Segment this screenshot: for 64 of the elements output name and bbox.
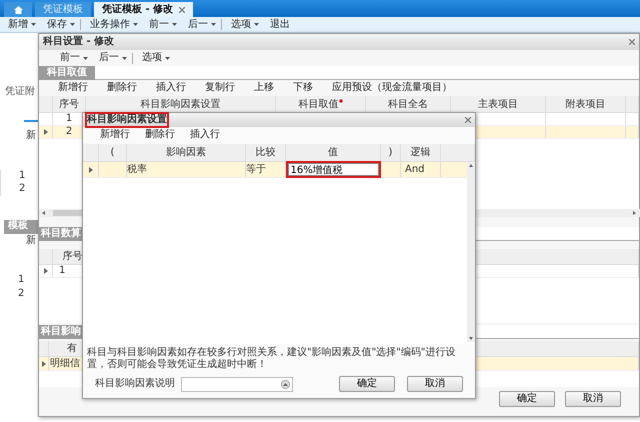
toolbar-button[interactable]: 插入行 [151, 82, 192, 94]
row-number: 2 [18, 183, 26, 196]
toolbar-button[interactable]: 删除行 [102, 82, 143, 94]
close-icon[interactable] [179, 6, 186, 12]
menu-item[interactable]: 新增 [3, 19, 42, 30]
close-icon[interactable] [629, 39, 635, 45]
toolbar-button[interactable]: 新 [26, 235, 38, 247]
table-cell: And [405, 164, 425, 176]
menu-item[interactable]: 退出 [265, 19, 296, 30]
dialog-title: 科目影响因素设置 [87, 114, 167, 126]
toolbar-button[interactable]: 新增行 [53, 82, 94, 94]
menu-item[interactable]: 保存 [42, 19, 81, 30]
caret-icon [133, 23, 138, 26]
menu-item[interactable]: 选项 [226, 19, 265, 30]
description-field[interactable] [181, 376, 293, 392]
caret-icon [70, 23, 75, 26]
row-number: 2 [17, 288, 26, 301]
form-label: 凭证附 [5, 86, 36, 98]
menu-item[interactable]: 后一 [94, 52, 133, 64]
home-icon [14, 6, 22, 14]
row-number: 1 [17, 274, 26, 287]
caret-icon [165, 56, 170, 60]
column-header: ( [99, 144, 127, 161]
menu-item[interactable]: 前一 [144, 19, 183, 30]
toolbar-button[interactable]: 新 [26, 130, 38, 142]
table-cell: 税率 [127, 164, 147, 176]
caret-icon [31, 23, 36, 26]
field-label: 科目影响因素说明 [95, 378, 175, 390]
toolbar-button[interactable]: 下移 [288, 82, 319, 94]
note-text: 科目与科目影响因素如存在较多行对照关系，建议"影响因素及值"选择"编码"进行设置，否则可能会导致凭证生成超时中断！ [83, 344, 475, 374]
toolbar-button[interactable]: 新增行 [95, 130, 136, 140]
tab[interactable]: 凭证模板 - 修改 [94, 2, 194, 17]
menu-item[interactable]: 选项 [137, 52, 176, 64]
caret-icon [172, 23, 177, 26]
caret-icon [211, 23, 216, 26]
toolbar-button[interactable]: 删除行 [140, 130, 181, 140]
dialog-title: 科目设置 - 修改 [43, 36, 116, 48]
toolbar-button[interactable]: 上移 [249, 82, 280, 94]
column-header: ) [381, 144, 401, 161]
column-header: 逻辑 [401, 144, 441, 161]
column-header: 有 [67, 342, 77, 354]
table-cell: 等于 [246, 164, 266, 176]
caret-icon [122, 56, 127, 60]
menu-item[interactable]: 业务操作 [85, 19, 144, 30]
dialog-button[interactable]: 取消 [565, 391, 621, 407]
dialog-button[interactable]: 取消 [407, 376, 463, 392]
home-tab[interactable] [4, 2, 32, 17]
value-field[interactable]: 16%增值税 [288, 163, 378, 176]
required-icon [338, 99, 342, 104]
toolbar-button[interactable]: 插入行 [185, 130, 226, 140]
column-header: 比较 [246, 144, 286, 161]
column-header: 影响因素 [127, 144, 246, 161]
dialog-button[interactable]: 确定 [339, 376, 395, 392]
row-number: 1 [18, 170, 26, 183]
menu-item[interactable]: 后一 [183, 19, 222, 30]
caret-icon [254, 23, 259, 26]
menu-item[interactable]: 前一 [55, 52, 94, 64]
toolbar-button[interactable]: 应用预设（现金流量项目） [327, 82, 458, 94]
close-icon[interactable] [465, 117, 471, 123]
dialog-button[interactable]: 确定 [499, 391, 555, 407]
toolbar-button[interactable]: 复制行 [200, 82, 241, 94]
table-row[interactable]: 税率 等于 16%增值税 And [83, 162, 467, 178]
table-cell: 明细信 [50, 358, 80, 370]
caret-icon [83, 56, 88, 60]
